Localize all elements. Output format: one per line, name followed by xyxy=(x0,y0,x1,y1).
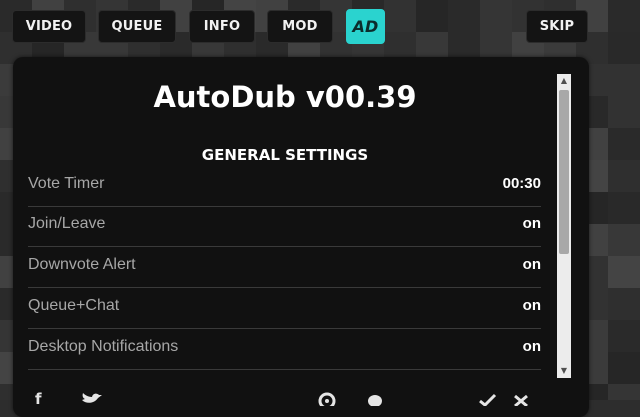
setting-value[interactable]: on xyxy=(523,297,541,314)
autodub-badge-button[interactable]: AD xyxy=(346,9,385,44)
setting-value[interactable]: on xyxy=(523,338,541,355)
video-button[interactable]: VIDEO xyxy=(12,10,86,43)
check-icon[interactable] xyxy=(478,392,497,408)
setting-row-downvote-alert[interactable]: Downvote Alert on xyxy=(28,248,541,288)
setting-row-desktop-notifications[interactable]: Desktop Notifications on xyxy=(28,330,541,370)
close-icon[interactable] xyxy=(512,392,530,408)
setting-label: Downvote Alert xyxy=(28,256,136,273)
twitter-icon[interactable] xyxy=(80,392,102,406)
info-button[interactable]: INFO xyxy=(189,10,255,43)
setting-value[interactable]: on xyxy=(523,256,541,273)
skip-button[interactable]: SKIP xyxy=(526,10,588,43)
queue-button[interactable]: QUEUE xyxy=(98,10,176,43)
section-title: GENERAL SETTINGS xyxy=(201,146,369,164)
panel-title: AutoDub v00.39 xyxy=(153,80,417,114)
setting-value[interactable]: on xyxy=(523,215,541,232)
facebook-icon[interactable]: f xyxy=(35,392,53,407)
setting-label: Desktop Notifications xyxy=(28,338,179,355)
panel-scrollbar[interactable]: ▲ ▼ xyxy=(557,74,571,378)
scroll-up-icon[interactable]: ▲ xyxy=(557,74,571,88)
setting-row-queue-chat[interactable]: Queue+Chat on xyxy=(28,289,541,329)
settings-icon[interactable] xyxy=(318,392,336,410)
setting-row-vote-timer[interactable]: Vote Timer 00:30 xyxy=(28,167,541,207)
setting-value[interactable]: 00:30 xyxy=(503,175,541,192)
setting-row-join-leave[interactable]: Join/Leave on xyxy=(28,207,541,247)
setting-label: Join/Leave xyxy=(28,215,106,232)
scroll-down-icon[interactable]: ▼ xyxy=(557,364,571,378)
setting-label: Queue+Chat xyxy=(28,297,120,314)
chat-icon[interactable] xyxy=(366,392,384,407)
mod-button[interactable]: MOD xyxy=(267,10,333,43)
setting-label: Vote Timer xyxy=(28,175,105,192)
scrollbar-thumb[interactable] xyxy=(559,90,569,254)
